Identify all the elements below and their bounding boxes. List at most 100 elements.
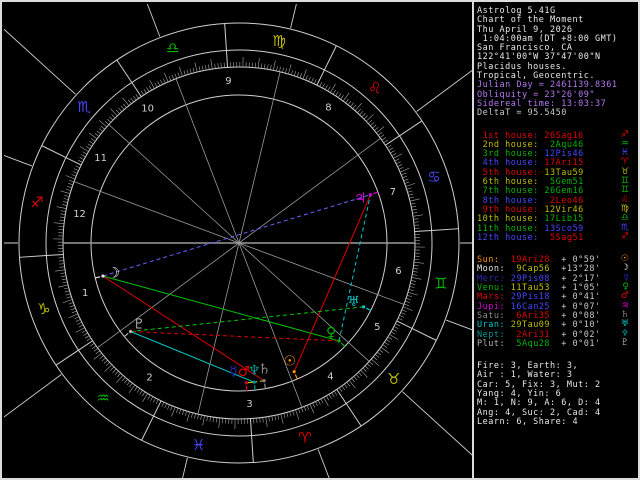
sign-boundary-line: [396, 320, 413, 329]
planet-label: Plut:: [477, 338, 511, 349]
planet-tick-saturn: [264, 383, 267, 389]
degree-tick: [344, 383, 348, 389]
degree-tick: [164, 403, 167, 409]
degree-tick: [378, 349, 384, 353]
degree-tick: [411, 205, 417, 208]
degree-tick: [54, 222, 65, 225]
cusp-extension-line: [416, 68, 474, 112]
degree-tick: [136, 388, 141, 393]
degree-tick: [72, 171, 78, 174]
sign-boundary-line: [78, 340, 93, 351]
degree-tick: [87, 143, 93, 147]
degree-tick: [212, 417, 214, 423]
degree-tick: [363, 115, 368, 120]
degree-tick: [66, 188, 72, 192]
degree-tick: [194, 62, 198, 73]
degree-tick: [296, 72, 300, 77]
degree-tick: [355, 374, 360, 379]
degree-tick: [181, 410, 185, 415]
degree-tick: [322, 83, 325, 89]
degree-tick: [157, 81, 161, 86]
degree-tick: [413, 221, 419, 223]
degree-tick: [170, 405, 173, 411]
house-row: 12th house: 5Sag51 ♐: [477, 231, 635, 243]
house-number-12: 12: [73, 209, 86, 220]
degree-tick: [274, 415, 277, 421]
planet-dot-neptune: [252, 380, 256, 384]
degree-tick: [111, 114, 116, 119]
degree-tick: [407, 292, 418, 296]
degree-tick: [148, 85, 152, 91]
sign-glyph-leo: ♌: [368, 79, 381, 97]
degree-tick: [392, 328, 398, 332]
degree-tick: [277, 414, 280, 420]
degree-tick: [335, 91, 339, 97]
sign-boundary-line: [225, 50, 229, 68]
cusp-extension-line: [445, 319, 474, 331]
degree-tick: [289, 411, 292, 417]
degree-tick: [412, 271, 418, 273]
degree-tick: [390, 150, 395, 154]
degree-tick: [62, 201, 68, 203]
degree-tick: [406, 294, 412, 298]
degree-tick: [327, 86, 331, 92]
summary-line: Learn: 6, Share: 4: [477, 416, 579, 427]
degree-tick: [83, 332, 88, 336]
cusp-extension-line: [4, 155, 33, 167]
degree-tick: [408, 289, 414, 291]
degree-tick: [75, 319, 81, 322]
info-sidebar: Astrolog 5.41G Chart of the Moment Thu Apr…: [477, 6, 635, 476]
degree-tick: [142, 391, 146, 397]
degree-tick: [133, 95, 137, 101]
degree-tick: [62, 299, 73, 304]
sign-boundary-line: [251, 435, 254, 463]
degree-tick: [408, 193, 414, 196]
degree-tick: [345, 98, 349, 104]
degree-tick: [62, 281, 68, 284]
degree-tick: [184, 410, 188, 416]
degree-tick: [372, 124, 377, 129]
degree-tick: [71, 310, 77, 314]
house-number-5: 5: [374, 322, 380, 333]
degree-tick: [80, 154, 86, 158]
degree-tick: [115, 109, 120, 114]
planet-glyph-moon: ☽: [107, 265, 120, 281]
degree-tick: [61, 275, 67, 277]
degree-tick: [94, 133, 100, 137]
degree-tick: [60, 213, 66, 215]
degree-tick: [410, 202, 416, 205]
planet-glyph-venus: ♀: [326, 325, 336, 341]
degree-tick: [333, 390, 338, 396]
degree-tick: [74, 316, 80, 319]
degree-tick: [120, 105, 125, 110]
degree-tick: [96, 130, 102, 135]
degree-tick: [409, 198, 420, 202]
degree-tick: [139, 389, 143, 395]
degree-tick: [399, 167, 410, 173]
degree-tick: [361, 113, 366, 118]
degree-tick: [116, 375, 124, 383]
degree-tick: [55, 269, 66, 272]
degree-tick: [178, 409, 182, 414]
degree-tick: [370, 122, 375, 127]
house-number-6: 6: [395, 266, 401, 277]
planet-tick-jupiter: [373, 191, 379, 195]
degree-tick: [176, 407, 179, 413]
degree-tick: [64, 195, 70, 197]
sign-glyph-taurus: ♉: [387, 370, 400, 388]
house-value: 5Sag51: [544, 232, 584, 243]
degree-tick: [402, 306, 413, 311]
degree-tick: [305, 75, 308, 81]
degree-tick: [171, 406, 176, 417]
degree-tick: [283, 413, 286, 419]
degree-tick: [328, 394, 332, 399]
degree-tick: [352, 104, 357, 109]
house-sign-glyph: ♐: [620, 231, 629, 242]
planet-velocity: + 0°01': [550, 338, 601, 349]
sign-boundary-line: [153, 400, 162, 417]
degree-tick: [395, 323, 401, 327]
degree-tick: [299, 73, 302, 79]
degree-tick: [155, 399, 159, 405]
planet-tick-moon: [95, 276, 101, 279]
degree-tick: [103, 359, 108, 364]
